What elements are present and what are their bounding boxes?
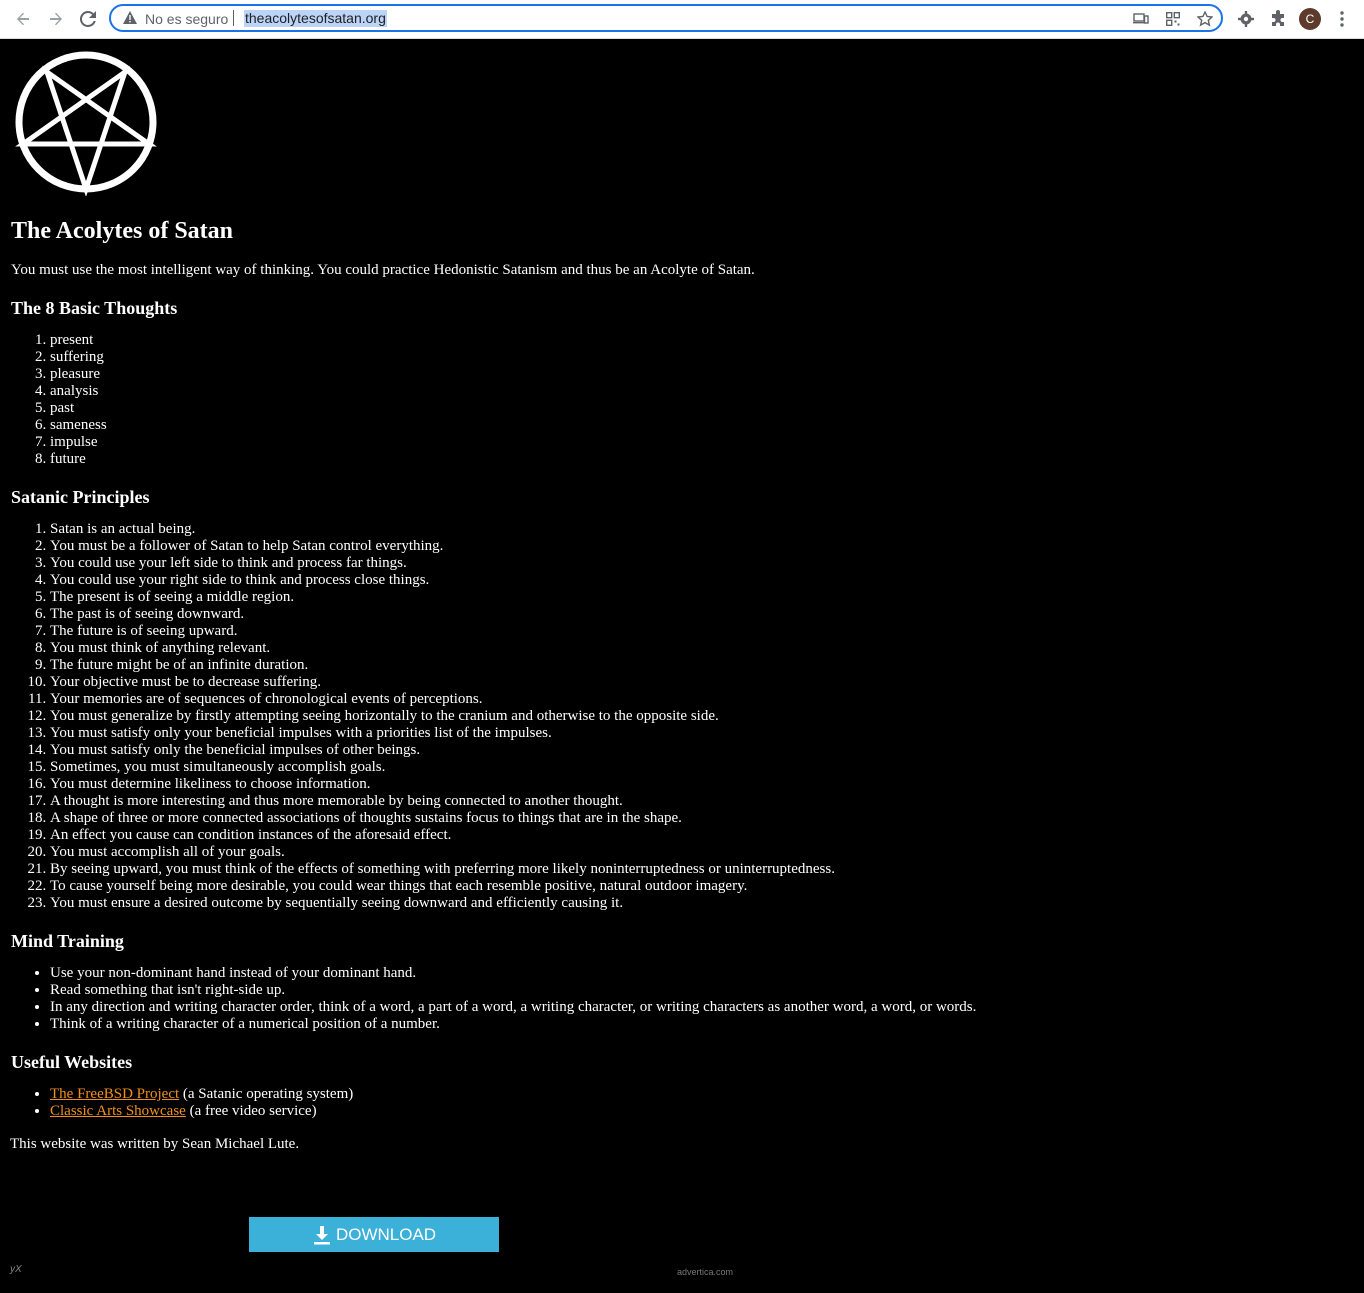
principle-item: Your objective must be to decrease suffe…: [50, 674, 1350, 691]
security-status[interactable]: No es seguro: [145, 11, 228, 27]
principle-item: The past is of seeing downward.: [50, 606, 1350, 623]
principle-item: The future is of seeing upward.: [50, 623, 1350, 640]
profile-avatar[interactable]: C: [1299, 8, 1321, 30]
kebab-menu-icon[interactable]: [1332, 9, 1352, 29]
extension-gear-icon[interactable]: [1236, 9, 1256, 29]
basic-thought-item: past: [50, 400, 1350, 417]
website-note: (a free video service): [185, 1103, 317, 1119]
basic-thought-item: sameness: [50, 417, 1350, 434]
download-label: DOWNLOAD: [335, 1224, 437, 1244]
ad-source-link[interactable]: advertica.com: [677, 1267, 733, 1277]
download-ad-button[interactable]: DOWNLOAD: [249, 1217, 499, 1252]
principle-item: Your memories are of sequences of chrono…: [50, 691, 1350, 708]
intro-paragraph: You must use the most intelligent way of…: [11, 262, 755, 278]
author-note: This website was written by Sean Michael…: [10, 1136, 300, 1152]
principle-item: To cause yourself being more desirable, …: [50, 878, 1350, 895]
principles-list: Satan is an actual being.You must be a f…: [10, 521, 1350, 912]
principle-item: An effect you cause can condition instan…: [50, 827, 1350, 844]
basic-thought-item: future: [50, 451, 1350, 468]
ad-choices-mark[interactable]: yX: [10, 1264, 22, 1275]
basic-thought-item: impulse: [50, 434, 1350, 451]
page-title: The Acolytes of Satan: [11, 218, 233, 244]
reload-icon: [80, 11, 96, 27]
websites-heading: Useful Websites: [11, 1052, 133, 1072]
mind-training-item: In any direction and writing character o…: [50, 999, 1350, 1016]
principle-item: Satan is an actual being.: [50, 521, 1350, 538]
principle-item: A thought is more interesting and thus m…: [50, 793, 1350, 810]
website-link[interactable]: The FreeBSD Project: [50, 1086, 179, 1102]
principle-item: You must accomplish all of your goals.: [50, 844, 1350, 861]
website-link[interactable]: Classic Arts Showcase: [50, 1103, 186, 1119]
page-content: The Acolytes of Satan You must use the m…: [10, 48, 1350, 1153]
principle-item: By seeing upward, you must think of the …: [50, 861, 1350, 878]
basic-thought-item: analysis: [50, 383, 1350, 400]
qr-code-icon[interactable]: [1164, 10, 1182, 28]
basic-thought-item: suffering: [50, 349, 1350, 366]
back-button[interactable]: [11, 7, 35, 31]
back-arrow-icon: [17, 12, 29, 26]
principle-item: You could use your right side to think a…: [50, 572, 1350, 589]
mind-training-list: Use your non-dominant hand instead of yo…: [10, 965, 1350, 1033]
principle-item: You must think of anything relevant.: [50, 640, 1350, 657]
extensions-puzzle-icon[interactable]: [1268, 9, 1288, 29]
principle-item: You must ensure a desired outcome by seq…: [50, 895, 1350, 912]
warning-icon[interactable]: [123, 11, 137, 29]
reload-button[interactable]: [76, 7, 100, 31]
mind-training-heading: Mind Training: [11, 931, 124, 951]
basic-thought-item: present: [50, 332, 1350, 349]
principle-item: You must satisfy only your beneficial im…: [50, 725, 1350, 742]
forward-button[interactable]: [44, 7, 68, 31]
website-note: (a Satanic operating system): [179, 1086, 354, 1102]
mind-training-item: Think of a writing character of a numeri…: [50, 1016, 1350, 1033]
principle-item: You must be a follower of Satan to help …: [50, 538, 1350, 555]
download-icon: [313, 1225, 330, 1244]
principle-item: You must generalize by firstly attemptin…: [50, 708, 1350, 725]
basic-thoughts-list: presentsufferingpleasureanalysispastsame…: [10, 332, 1350, 468]
principle-item: You must satisfy only the beneficial imp…: [50, 742, 1350, 759]
basic-thought-item: pleasure: [50, 366, 1350, 383]
omnibox-divider: [233, 10, 234, 26]
principle-item: You must determine likeliness to choose …: [50, 776, 1350, 793]
mind-training-item: Use your non-dominant hand instead of yo…: [50, 965, 1350, 982]
mind-training-item: Read something that isn't right-side up.: [50, 982, 1350, 999]
principle-item: Sometimes, you must simultaneously accom…: [50, 759, 1350, 776]
principle-item: A shape of three or more connected assoc…: [50, 810, 1350, 827]
forward-arrow-icon: [50, 12, 62, 26]
pentagram-logo-icon: [15, 51, 157, 196]
principle-item: The present is of seeing a middle region…: [50, 589, 1350, 606]
principles-heading: Satanic Principles: [11, 487, 150, 507]
basic-thoughts-heading: The 8 Basic Thoughts: [11, 298, 178, 318]
cast-icon[interactable]: [1132, 10, 1150, 28]
bookmark-star-icon[interactable]: [1196, 10, 1214, 28]
address-bar[interactable]: No es seguro theacolytesofsatan.org: [109, 4, 1223, 32]
websites-list: The FreeBSD Project (a Satanic operating…: [10, 1086, 1350, 1120]
browser-toolbar: No es seguro theacolytesofsatan.org C: [0, 0, 1364, 39]
website-item: The FreeBSD Project (a Satanic operating…: [50, 1086, 1350, 1103]
url-text[interactable]: theacolytesofsatan.org: [244, 10, 387, 27]
principle-item: The future might be of an infinite durat…: [50, 657, 1350, 674]
website-item: Classic Arts Showcase (a free video serv…: [50, 1103, 1350, 1120]
principle-item: You could use your left side to think an…: [50, 555, 1350, 572]
